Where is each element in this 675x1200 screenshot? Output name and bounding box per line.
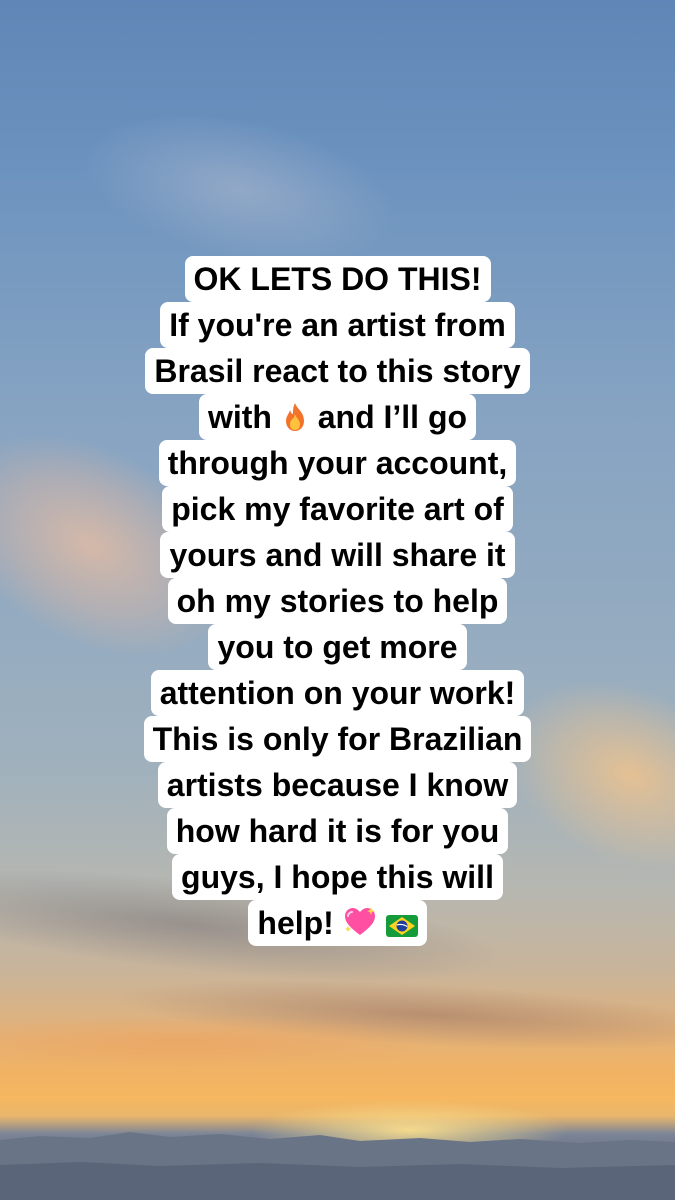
caption-line: help! — [248, 900, 427, 946]
fire-emoji-icon — [281, 402, 309, 432]
story-view: OK LETS DO THIS! If you're an artist fro… — [0, 0, 675, 1200]
caption-line: OK LETS DO THIS! — [184, 256, 491, 302]
cloud — [118, 968, 675, 1062]
caption-line: This is only for Brazilian — [143, 716, 532, 762]
caption-text: and I’ll go — [317, 399, 468, 435]
caption-line: you to get more — [208, 624, 467, 670]
caption-line: Brasil react to this story — [145, 348, 530, 394]
caption-line: guys, I hope this will — [172, 854, 503, 900]
caption-line: artists because I know — [157, 762, 518, 808]
caption-line: through your account, — [158, 440, 517, 486]
sparkling-heart-emoji-icon — [343, 906, 377, 938]
caption-line: pick my favorite art of — [162, 486, 513, 532]
cloud — [0, 1015, 440, 1070]
caption-text: with — [207, 399, 272, 435]
caption-text: help! — [257, 905, 334, 941]
caption-line: with and I’ll go — [198, 394, 477, 440]
mountain-silhouette — [0, 1132, 675, 1200]
caption-line: how hard it is for you — [166, 808, 509, 854]
caption-line: yours and will share it — [160, 532, 515, 578]
story-caption: OK LETS DO THIS! If you're an artist fro… — [0, 256, 675, 946]
brazil-flag-emoji-icon — [385, 914, 418, 938]
caption-line: If you're an artist from — [160, 302, 515, 348]
caption-line: oh my stories to help — [167, 578, 508, 624]
caption-line: attention on your work! — [150, 670, 525, 716]
